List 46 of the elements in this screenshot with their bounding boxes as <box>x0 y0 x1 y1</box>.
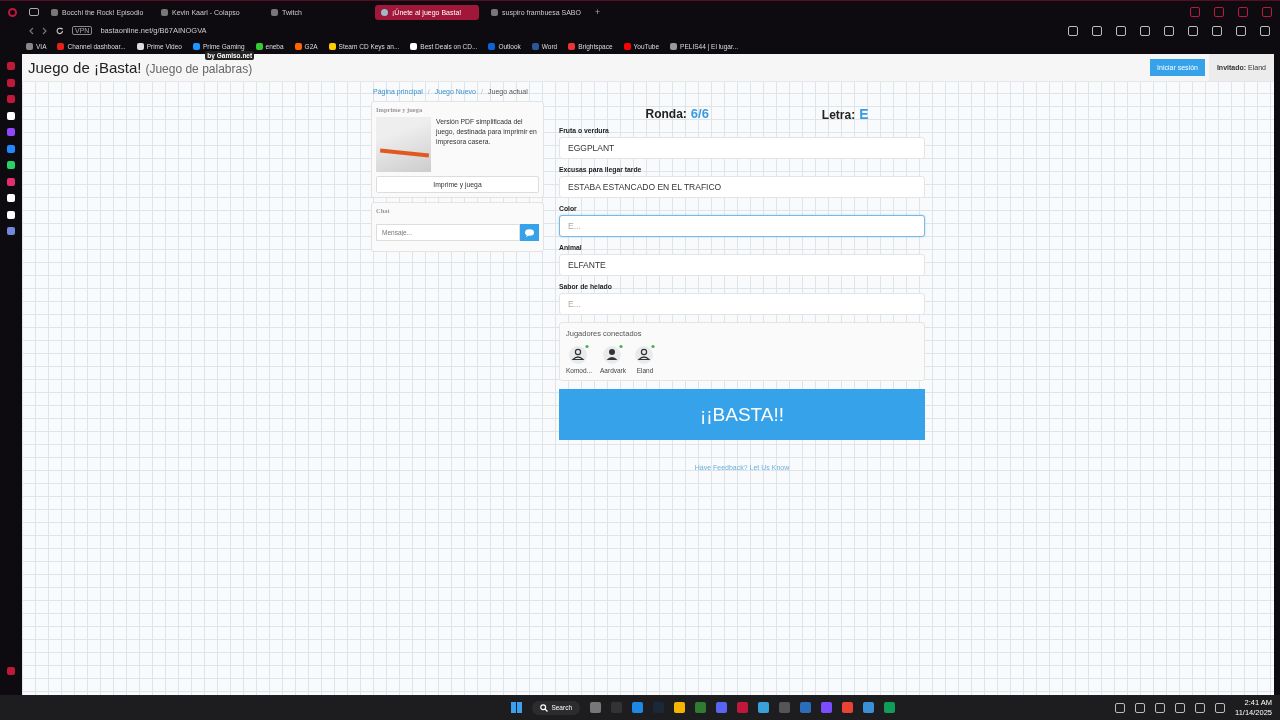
worksheet-thumbnail <box>376 117 431 172</box>
toolbar-icon[interactable] <box>1116 25 1126 36</box>
toolbar-icon[interactable] <box>1236 25 1246 36</box>
round-value: 6/6 <box>690 106 709 121</box>
taskbar-app-icon[interactable] <box>863 702 874 713</box>
answer-field[interactable]: ELFANTE <box>559 254 925 276</box>
taskbar-app-icon[interactable] <box>632 702 643 713</box>
tray-icon[interactable] <box>1175 702 1185 713</box>
taskbar-app-icon[interactable] <box>695 702 706 713</box>
answer-field[interactable]: E... <box>559 215 925 237</box>
toolbar-icon[interactable] <box>1260 25 1270 36</box>
taskbar-app-icon[interactable] <box>716 702 727 713</box>
toolbar-icon[interactable] <box>1188 25 1198 36</box>
taskbar-app-icon[interactable] <box>674 702 685 713</box>
tray-icon[interactable] <box>1195 702 1205 713</box>
taskbar-app-icon[interactable] <box>737 702 748 713</box>
toolbar-icon[interactable] <box>1068 25 1078 36</box>
letter-value: E <box>859 106 869 122</box>
page-title: Juego de ¡Basta! <box>28 59 142 76</box>
round-label: Ronda: <box>645 107 687 121</box>
tab-menu-icon[interactable] <box>29 8 39 16</box>
taskbar-app-icon[interactable] <box>758 702 769 713</box>
answer-field[interactable]: EGGPLANT <box>559 137 925 159</box>
page-subtitle: (Juego de palabras) <box>145 62 253 76</box>
back-icon[interactable] <box>28 26 34 35</box>
tray-icon[interactable] <box>1215 702 1225 713</box>
taskbar-app-icon[interactable] <box>590 702 601 713</box>
answer-field[interactable]: ESTABA ESTANCADO EN EL TRAFICO <box>559 176 925 198</box>
chat-bubble-icon <box>525 228 534 237</box>
browser-logo-icon[interactable] <box>8 7 17 17</box>
taskbar-app-icon[interactable] <box>800 702 811 713</box>
tray-icon[interactable] <box>1135 702 1145 713</box>
taskbar-app-icon[interactable] <box>821 702 832 713</box>
forward-icon[interactable] <box>42 26 48 35</box>
toolbar-icon[interactable] <box>1164 25 1174 36</box>
send-button[interactable] <box>520 224 539 241</box>
tray-icon[interactable] <box>1115 702 1125 713</box>
toolbar-icon[interactable] <box>1092 25 1102 36</box>
reload-icon[interactable] <box>56 26 64 35</box>
toolbar-icon[interactable] <box>1212 25 1222 36</box>
tray-icon[interactable] <box>1155 702 1165 713</box>
toolbar-icon[interactable] <box>1140 25 1150 36</box>
new-tab-button[interactable]: + <box>595 7 601 17</box>
letter-label: Letra: <box>821 108 856 122</box>
taskbar-app-icon[interactable] <box>842 702 853 713</box>
taskbar-app-icon[interactable] <box>884 702 895 713</box>
